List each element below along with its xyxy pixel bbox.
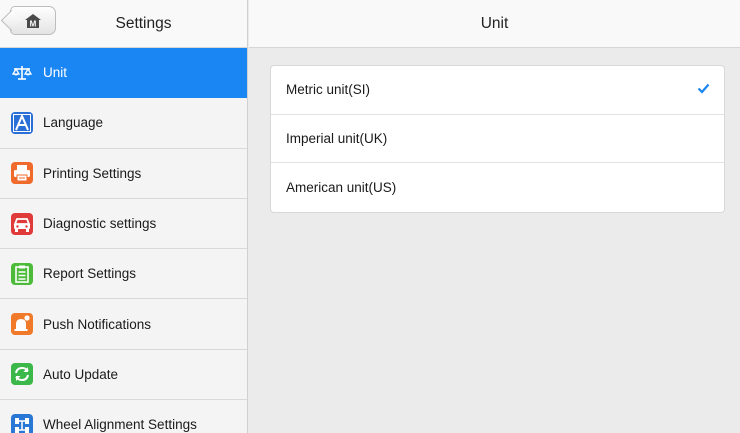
page-title: Unit: [249, 0, 740, 48]
home-icon: M: [25, 13, 41, 28]
sidebar-item-language[interactable]: Language: [0, 98, 247, 149]
sidebar-item-printing-settings[interactable]: Printing Settings: [0, 148, 247, 199]
sidebar-item-label: Wheel Alignment Settings: [43, 417, 197, 433]
sidebar-item-label: Diagnostic settings: [43, 216, 157, 232]
sidebar-item-label: Auto Update: [43, 366, 119, 382]
unit-panel: Unit Metric unit(SI) Imperial unit(UK) A…: [249, 0, 740, 433]
unit-option-label: Imperial unit(UK): [286, 131, 388, 147]
sidebar-item-push-notifications[interactable]: Push Notifications: [0, 299, 247, 350]
wheel-alignment-icon: [11, 413, 33, 433]
unit-options-list: Metric unit(SI) Imperial unit(UK) Americ…: [270, 65, 725, 214]
language-icon: [11, 111, 33, 134]
sidebar-item-auto-update[interactable]: Auto Update: [0, 349, 247, 401]
sidebar-item-unit[interactable]: Unit: [0, 48, 247, 99]
unit-option-metric[interactable]: Metric unit(SI): [271, 66, 724, 115]
printer-icon: [11, 162, 33, 185]
sidebar-item-label: Unit: [43, 65, 68, 81]
unit-option-label: Metric unit(SI): [286, 82, 371, 98]
unit-option-label: American unit(US): [286, 180, 397, 196]
sidebar-header: M Settings: [0, 0, 247, 48]
unit-option-imperial[interactable]: Imperial unit(UK): [271, 115, 724, 164]
sidebar-item-label: Printing Settings: [43, 165, 142, 181]
sidebar-item-label: Push Notifications: [43, 316, 152, 332]
sidebar-item-report-settings[interactable]: Report Settings: [0, 249, 247, 300]
report-icon: [11, 262, 33, 285]
sidebar-item-label: Report Settings: [43, 266, 137, 282]
unit-option-american[interactable]: American unit(US): [271, 163, 724, 212]
checkmark-icon: [697, 83, 710, 94]
sidebar-item-wheel-alignment-settings[interactable]: Wheel Alignment Settings: [0, 400, 247, 433]
settings-app: M Settings Unit Language Printing Settin…: [0, 0, 740, 433]
update-icon: [11, 363, 33, 386]
home-glyph: M: [30, 19, 37, 28]
sidebar-item-label: Language: [43, 115, 104, 131]
settings-sidebar: M Settings Unit Language Printing Settin…: [0, 0, 248, 433]
notification-icon: [11, 313, 33, 336]
scale-icon: [11, 61, 33, 84]
car-icon: [11, 212, 33, 235]
sidebar-item-diagnostic-settings[interactable]: Diagnostic settings: [0, 198, 247, 250]
